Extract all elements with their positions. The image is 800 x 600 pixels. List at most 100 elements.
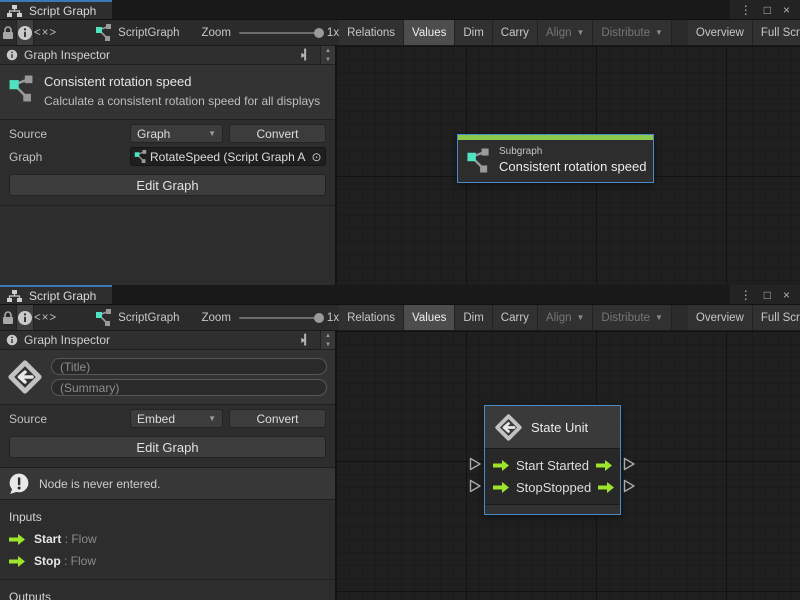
edit-graph-button[interactable]: Edit Graph bbox=[9, 436, 326, 458]
object-picker-icon[interactable]: ⊙ bbox=[309, 150, 324, 164]
input-port-label: Stop bbox=[516, 480, 543, 495]
graph-title-input[interactable] bbox=[51, 358, 327, 375]
toolbar-button-fullscreen[interactable]: Full Screen bbox=[753, 305, 800, 330]
tab-script-graph[interactable]: Script Graph bbox=[0, 0, 112, 19]
toolbar-button-carry[interactable]: Carry bbox=[493, 20, 538, 45]
state-unit-icon bbox=[495, 414, 522, 441]
toolbar-button-distribute[interactable]: Distribute ▼ bbox=[593, 305, 672, 330]
lock-button[interactable] bbox=[0, 20, 17, 45]
input-port-row: Stop : Flow bbox=[0, 548, 335, 570]
edit-graph-button[interactable]: Edit Graph bbox=[9, 174, 326, 196]
scroll-up-icon[interactable]: ▲ bbox=[321, 46, 335, 55]
toolbar-button-overview[interactable]: Overview bbox=[688, 20, 753, 45]
maximize-icon[interactable]: □ bbox=[764, 289, 771, 301]
zoom-value: 1x bbox=[327, 312, 339, 324]
source-row: Source Graph ▼ Convert bbox=[9, 124, 326, 143]
outputs-header: Outputs bbox=[0, 580, 335, 600]
maximize-icon[interactable]: □ bbox=[764, 4, 771, 16]
state-unit-title: State Unit bbox=[531, 420, 588, 435]
output-port-label: Stopped bbox=[543, 480, 591, 495]
graph-tree-icon bbox=[6, 4, 23, 18]
tab-script-graph[interactable]: Script Graph bbox=[0, 285, 112, 304]
toolbar-button-overview[interactable]: Overview bbox=[688, 305, 753, 330]
toolbar-button-distribute[interactable]: Distribute ▼ bbox=[593, 20, 672, 45]
toolbar-button-carry[interactable]: Carry bbox=[493, 305, 538, 330]
close-icon[interactable]: × bbox=[783, 4, 790, 16]
scroll-up-icon[interactable]: ▲ bbox=[321, 331, 335, 340]
toolbar-gap bbox=[672, 20, 688, 45]
zoom-control: Zoom 1x bbox=[202, 20, 340, 45]
state-unit-header: State Unit bbox=[485, 406, 620, 449]
chevron-down-icon: ▼ bbox=[577, 28, 585, 37]
zoom-slider[interactable] bbox=[239, 32, 319, 34]
toolbar-button-align[interactable]: Align ▼ bbox=[538, 20, 594, 45]
breadcrumb[interactable]: ScriptGraph bbox=[87, 305, 187, 330]
zoom-slider-thumb[interactable] bbox=[314, 28, 324, 38]
script-graph-icon bbox=[95, 308, 112, 327]
graph-inspector-panel: Graph Inspector ▸▎ ▲ ▼ Consistent rotati… bbox=[0, 46, 336, 285]
breadcrumb[interactable]: ScriptGraph bbox=[87, 20, 187, 45]
scroll-down-icon[interactable]: ▼ bbox=[321, 55, 335, 64]
code-icon: <×> bbox=[34, 312, 57, 324]
lock-icon bbox=[0, 25, 16, 40]
window-menu-icon[interactable]: ⋮ bbox=[740, 4, 752, 16]
chevron-down-icon: ▼ bbox=[655, 313, 663, 322]
toolbar-button-relations[interactable]: Relations bbox=[339, 20, 404, 45]
graph-toolbar: <×> ScriptGraph Zoom 1x Relations Values… bbox=[0, 305, 800, 331]
toolbar-button-align[interactable]: Align ▼ bbox=[538, 305, 594, 330]
inspector-scrollbar[interactable]: ▲ ▼ bbox=[320, 331, 335, 349]
lock-icon bbox=[0, 310, 16, 325]
inspector-toggle-button[interactable] bbox=[17, 20, 34, 45]
source-label: Source bbox=[9, 127, 130, 141]
toolbar-button-fullscreen[interactable]: Full Screen bbox=[753, 20, 800, 45]
subgraph-node[interactable]: Subgraph Consistent rotation speed bbox=[457, 134, 654, 183]
inspector-toggle-button[interactable] bbox=[17, 305, 34, 330]
graph-object-value: RotateSpeed (Script Graph A bbox=[150, 150, 306, 164]
dock-icon[interactable]: ▸▎ bbox=[297, 335, 314, 346]
source-dropdown[interactable]: Embed ▼ bbox=[130, 409, 223, 428]
zoom-slider-thumb[interactable] bbox=[314, 313, 324, 323]
toolbar-button-relations[interactable]: Relations bbox=[339, 305, 404, 330]
port-type: : Flow bbox=[64, 554, 96, 568]
connection-port-icon[interactable] bbox=[469, 479, 482, 493]
lock-button[interactable] bbox=[0, 305, 17, 330]
connection-port-icon[interactable] bbox=[623, 479, 636, 493]
dock-icon[interactable]: ▸▎ bbox=[297, 50, 314, 61]
inspector-scrollbar[interactable]: ▲ ▼ bbox=[320, 46, 335, 64]
divider bbox=[0, 205, 335, 206]
script-graph-window-bottom: Script Graph ⋮ □ × <×> ScriptGraph Zoom … bbox=[0, 285, 800, 600]
graph-summary-input[interactable] bbox=[51, 379, 327, 396]
toolbar-button-values[interactable]: Values bbox=[404, 20, 455, 45]
source-dropdown[interactable]: Graph ▼ bbox=[130, 124, 223, 143]
graph-object-field[interactable]: RotateSpeed (Script Graph A ⊙ bbox=[130, 147, 326, 166]
scroll-down-icon[interactable]: ▼ bbox=[321, 340, 335, 349]
graph-canvas[interactable]: Subgraph Consistent rotation speed bbox=[336, 46, 800, 285]
connection-port-icon[interactable] bbox=[469, 457, 482, 471]
code-view-button[interactable]: <×> bbox=[34, 305, 57, 330]
state-unit-node[interactable]: State Unit Start Started Stop Stopped bbox=[484, 405, 621, 515]
zoom-slider[interactable] bbox=[239, 317, 319, 319]
toolbar-button-dim[interactable]: Dim bbox=[455, 305, 492, 330]
graph-inspector-header: Graph Inspector ▸▎ ▲ ▼ bbox=[0, 46, 335, 65]
chevron-down-icon: ▼ bbox=[655, 28, 663, 37]
chevron-down-icon: ▼ bbox=[208, 414, 216, 423]
script-graph-window-top: Script Graph ⋮ □ × <×> ScriptGraph Zoom … bbox=[0, 0, 800, 285]
window-controls: ⋮ □ × bbox=[730, 0, 800, 19]
port-name: Stop bbox=[34, 554, 61, 568]
toolbar-button-values[interactable]: Values bbox=[404, 305, 455, 330]
toolbar-button-dim[interactable]: Dim bbox=[455, 20, 492, 45]
graph-canvas[interactable]: State Unit Start Started Stop Stopped bbox=[336, 331, 800, 600]
close-icon[interactable]: × bbox=[783, 289, 790, 301]
convert-button[interactable]: Convert bbox=[229, 409, 326, 428]
code-view-button[interactable]: <×> bbox=[34, 20, 57, 45]
convert-button[interactable]: Convert bbox=[229, 124, 326, 143]
zoom-label: Zoom bbox=[202, 312, 231, 324]
zoom-value: 1x bbox=[327, 27, 339, 39]
port-type: : Flow bbox=[65, 532, 97, 546]
info-icon bbox=[6, 334, 18, 346]
warning-bubble-icon bbox=[8, 473, 30, 494]
graph-toolbar: <×> ScriptGraph Zoom 1x Relations Values… bbox=[0, 20, 800, 46]
connection-port-icon[interactable] bbox=[623, 457, 636, 471]
breadcrumb-label: ScriptGraph bbox=[118, 27, 179, 39]
window-menu-icon[interactable]: ⋮ bbox=[740, 289, 752, 301]
